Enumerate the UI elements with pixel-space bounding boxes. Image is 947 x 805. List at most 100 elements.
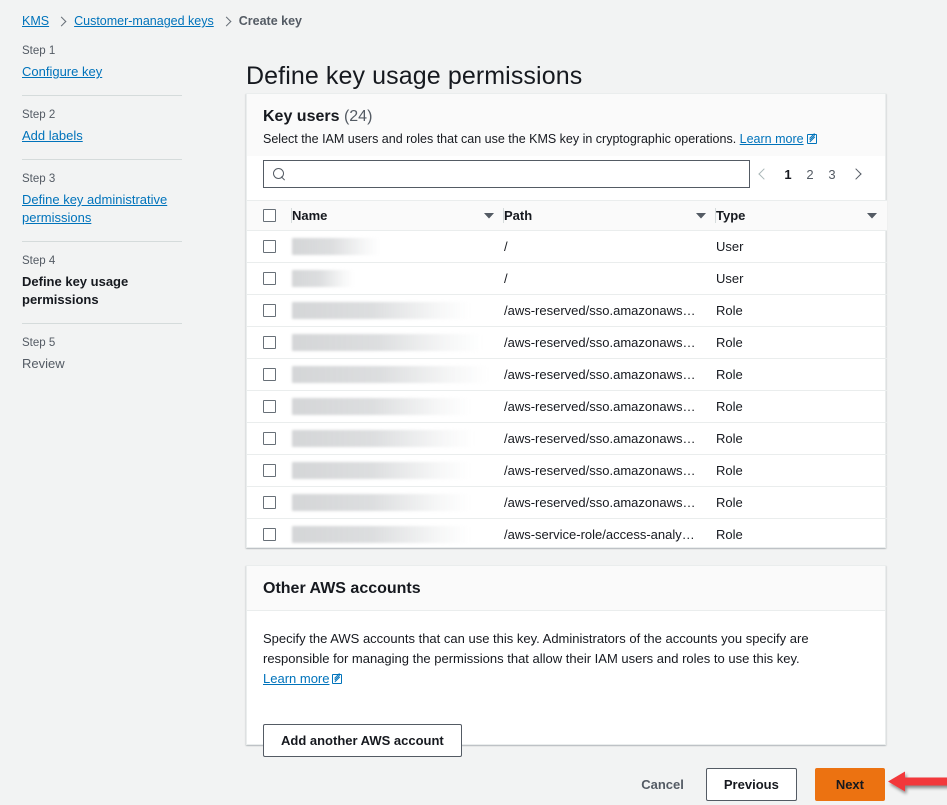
sidebar-step-3-label[interactable]: Define key administrative permissions xyxy=(22,191,182,227)
redacted-name-placeholder xyxy=(292,430,474,447)
table-header-name[interactable]: Name xyxy=(292,200,504,231)
table-row[interactable]: /aws-service-role/access-analy… Role xyxy=(247,519,887,551)
row-type-value: User xyxy=(716,239,744,254)
breadcrumb-item-customer-managed-keys[interactable]: Customer-managed keys xyxy=(74,14,214,28)
pagination-page-3[interactable]: 3 xyxy=(821,161,843,187)
row-select-cell xyxy=(247,262,292,295)
key-users-title: Key users (24) xyxy=(263,108,869,126)
row-path-value: /aws-reserved/sso.amazonaws… xyxy=(504,367,696,382)
sort-descending-icon[interactable] xyxy=(484,213,494,219)
sidebar-step-4-label: Define key usage permissions xyxy=(22,274,129,307)
sidebar-step-1-label[interactable]: Configure key xyxy=(22,63,182,81)
other-aws-accounts-title: Other AWS accounts xyxy=(263,580,421,597)
search-icon xyxy=(273,167,286,181)
breadcrumb: KMS Customer-managed keys Create key xyxy=(22,14,302,28)
row-path-value: / xyxy=(504,271,508,286)
redacted-name-placeholder xyxy=(292,526,470,544)
pagination-next-button[interactable] xyxy=(843,161,869,187)
row-type-cell: Role xyxy=(716,454,887,487)
key-users-table: Name Path Type / User / User /aws-reserv… xyxy=(247,200,887,551)
table-row[interactable]: /aws-reserved/sso.amazonaws… Role xyxy=(247,422,887,455)
row-name-cell xyxy=(292,230,504,263)
table-row[interactable]: /aws-reserved/sso.amazonaws… Role xyxy=(247,390,887,423)
sidebar-step-5-label: Review xyxy=(22,356,65,371)
row-type-value: Role xyxy=(716,463,743,478)
sidebar-step-2-number: Step 2 xyxy=(22,109,56,121)
table-row[interactable]: /aws-reserved/sso.amazonaws… Role xyxy=(247,294,887,327)
row-path-value: /aws-service-role/access-analy… xyxy=(504,527,695,543)
sidebar-step-2-label[interactable]: Add labels xyxy=(22,127,182,145)
table-header-type[interactable]: Type xyxy=(716,200,887,231)
row-type-value: Role xyxy=(716,399,743,414)
table-row[interactable]: /aws-reserved/sso.amazonaws… Role xyxy=(247,358,887,391)
row-checkbox[interactable] xyxy=(263,304,276,317)
sidebar-step-1: Step 1 Configure key xyxy=(22,45,182,96)
wizard-footer-actions: Cancel Previous Next xyxy=(637,768,885,801)
table-row[interactable]: / User xyxy=(247,262,887,295)
other-aws-accounts-learn-more-link[interactable]: Learn more xyxy=(263,671,343,686)
external-link-icon xyxy=(806,134,817,144)
table-header-path[interactable]: Path xyxy=(504,200,716,231)
sidebar-step-3: Step 3 Define key administrative permiss… xyxy=(22,173,182,242)
sort-descending-icon[interactable] xyxy=(867,213,877,219)
pagination-page-2[interactable]: 2 xyxy=(799,161,821,187)
select-all-checkbox[interactable] xyxy=(263,209,276,222)
row-type-value: Role xyxy=(716,335,743,350)
key-users-learn-more-link[interactable]: Learn more xyxy=(740,132,817,146)
wizard-steps-sidebar: Step 1 Configure key Step 2 Add labels S… xyxy=(22,45,182,400)
sidebar-step-1-number: Step 1 xyxy=(22,45,56,57)
row-checkbox[interactable] xyxy=(263,528,276,542)
table-header-row: Name Path Type xyxy=(247,200,887,231)
row-checkbox[interactable] xyxy=(263,272,276,285)
sidebar-step-3-number: Step 3 xyxy=(22,173,56,185)
row-checkbox[interactable] xyxy=(263,368,276,381)
row-path-cell: /aws-reserved/sso.amazonaws… xyxy=(504,326,716,359)
table-row[interactable]: /aws-reserved/sso.amazonaws… Role xyxy=(247,454,887,487)
key-users-count: (24) xyxy=(343,108,373,125)
breadcrumb-separator-icon xyxy=(56,16,67,26)
table-row[interactable]: / User xyxy=(247,230,887,263)
key-users-search-input[interactable] xyxy=(286,161,749,187)
row-type-value: Role xyxy=(716,431,743,446)
row-path-cell: /aws-reserved/sso.amazonaws… xyxy=(504,486,716,519)
row-type-cell: Role xyxy=(716,390,887,423)
sort-descending-icon[interactable] xyxy=(696,213,706,219)
key-users-table-body: / User / User/aws-reserved/sso.amazonaws… Ro… xyxy=(247,230,887,551)
row-type-cell: Role xyxy=(716,422,887,455)
key-users-description: Select the IAM users and roles that can … xyxy=(263,131,869,148)
row-select-cell xyxy=(247,294,292,327)
row-checkbox[interactable] xyxy=(263,432,276,445)
other-aws-accounts-card: Other AWS accounts Specify the AWS accou… xyxy=(246,565,886,757)
pagination-previous-button[interactable] xyxy=(751,161,777,187)
row-name-cell xyxy=(292,326,504,359)
row-type-value: Role xyxy=(716,527,743,543)
cancel-button[interactable]: Cancel xyxy=(637,769,688,800)
table-row[interactable]: /aws-reserved/sso.amazonaws… Role xyxy=(247,486,887,519)
row-path-cell: /aws-reserved/sso.amazonaws… xyxy=(504,358,716,391)
row-checkbox[interactable] xyxy=(263,400,276,413)
row-path-value: /aws-reserved/sso.amazonaws… xyxy=(504,431,696,446)
row-checkbox[interactable] xyxy=(263,496,276,509)
row-type-value: Role xyxy=(716,367,743,382)
row-name-cell xyxy=(292,519,504,551)
add-another-aws-account-button[interactable]: Add another AWS account xyxy=(263,724,462,757)
row-checkbox[interactable] xyxy=(263,240,276,253)
row-checkbox[interactable] xyxy=(263,464,276,477)
row-type-cell: Role xyxy=(716,486,887,519)
row-path-cell: / xyxy=(504,262,716,295)
row-path-value: /aws-reserved/sso.amazonaws… xyxy=(504,303,696,318)
pagination-page-1[interactable]: 1 xyxy=(777,161,799,187)
row-path-cell: /aws-reserved/sso.amazonaws… xyxy=(504,422,716,455)
row-type-cell: Role xyxy=(716,326,887,359)
row-name-cell xyxy=(292,262,504,295)
row-checkbox[interactable] xyxy=(263,336,276,349)
breadcrumb-item-kms[interactable]: KMS xyxy=(22,14,49,28)
table-row[interactable]: /aws-reserved/sso.amazonaws… Role xyxy=(247,326,887,359)
next-button[interactable]: Next xyxy=(814,768,885,801)
annotation-arrow-icon xyxy=(888,771,947,792)
redacted-name-placeholder xyxy=(292,302,470,319)
sidebar-step-5-number: Step 5 xyxy=(22,337,56,349)
previous-button[interactable]: Previous xyxy=(705,768,797,801)
redacted-name-placeholder xyxy=(292,398,470,415)
key-users-search-box[interactable] xyxy=(263,160,750,188)
